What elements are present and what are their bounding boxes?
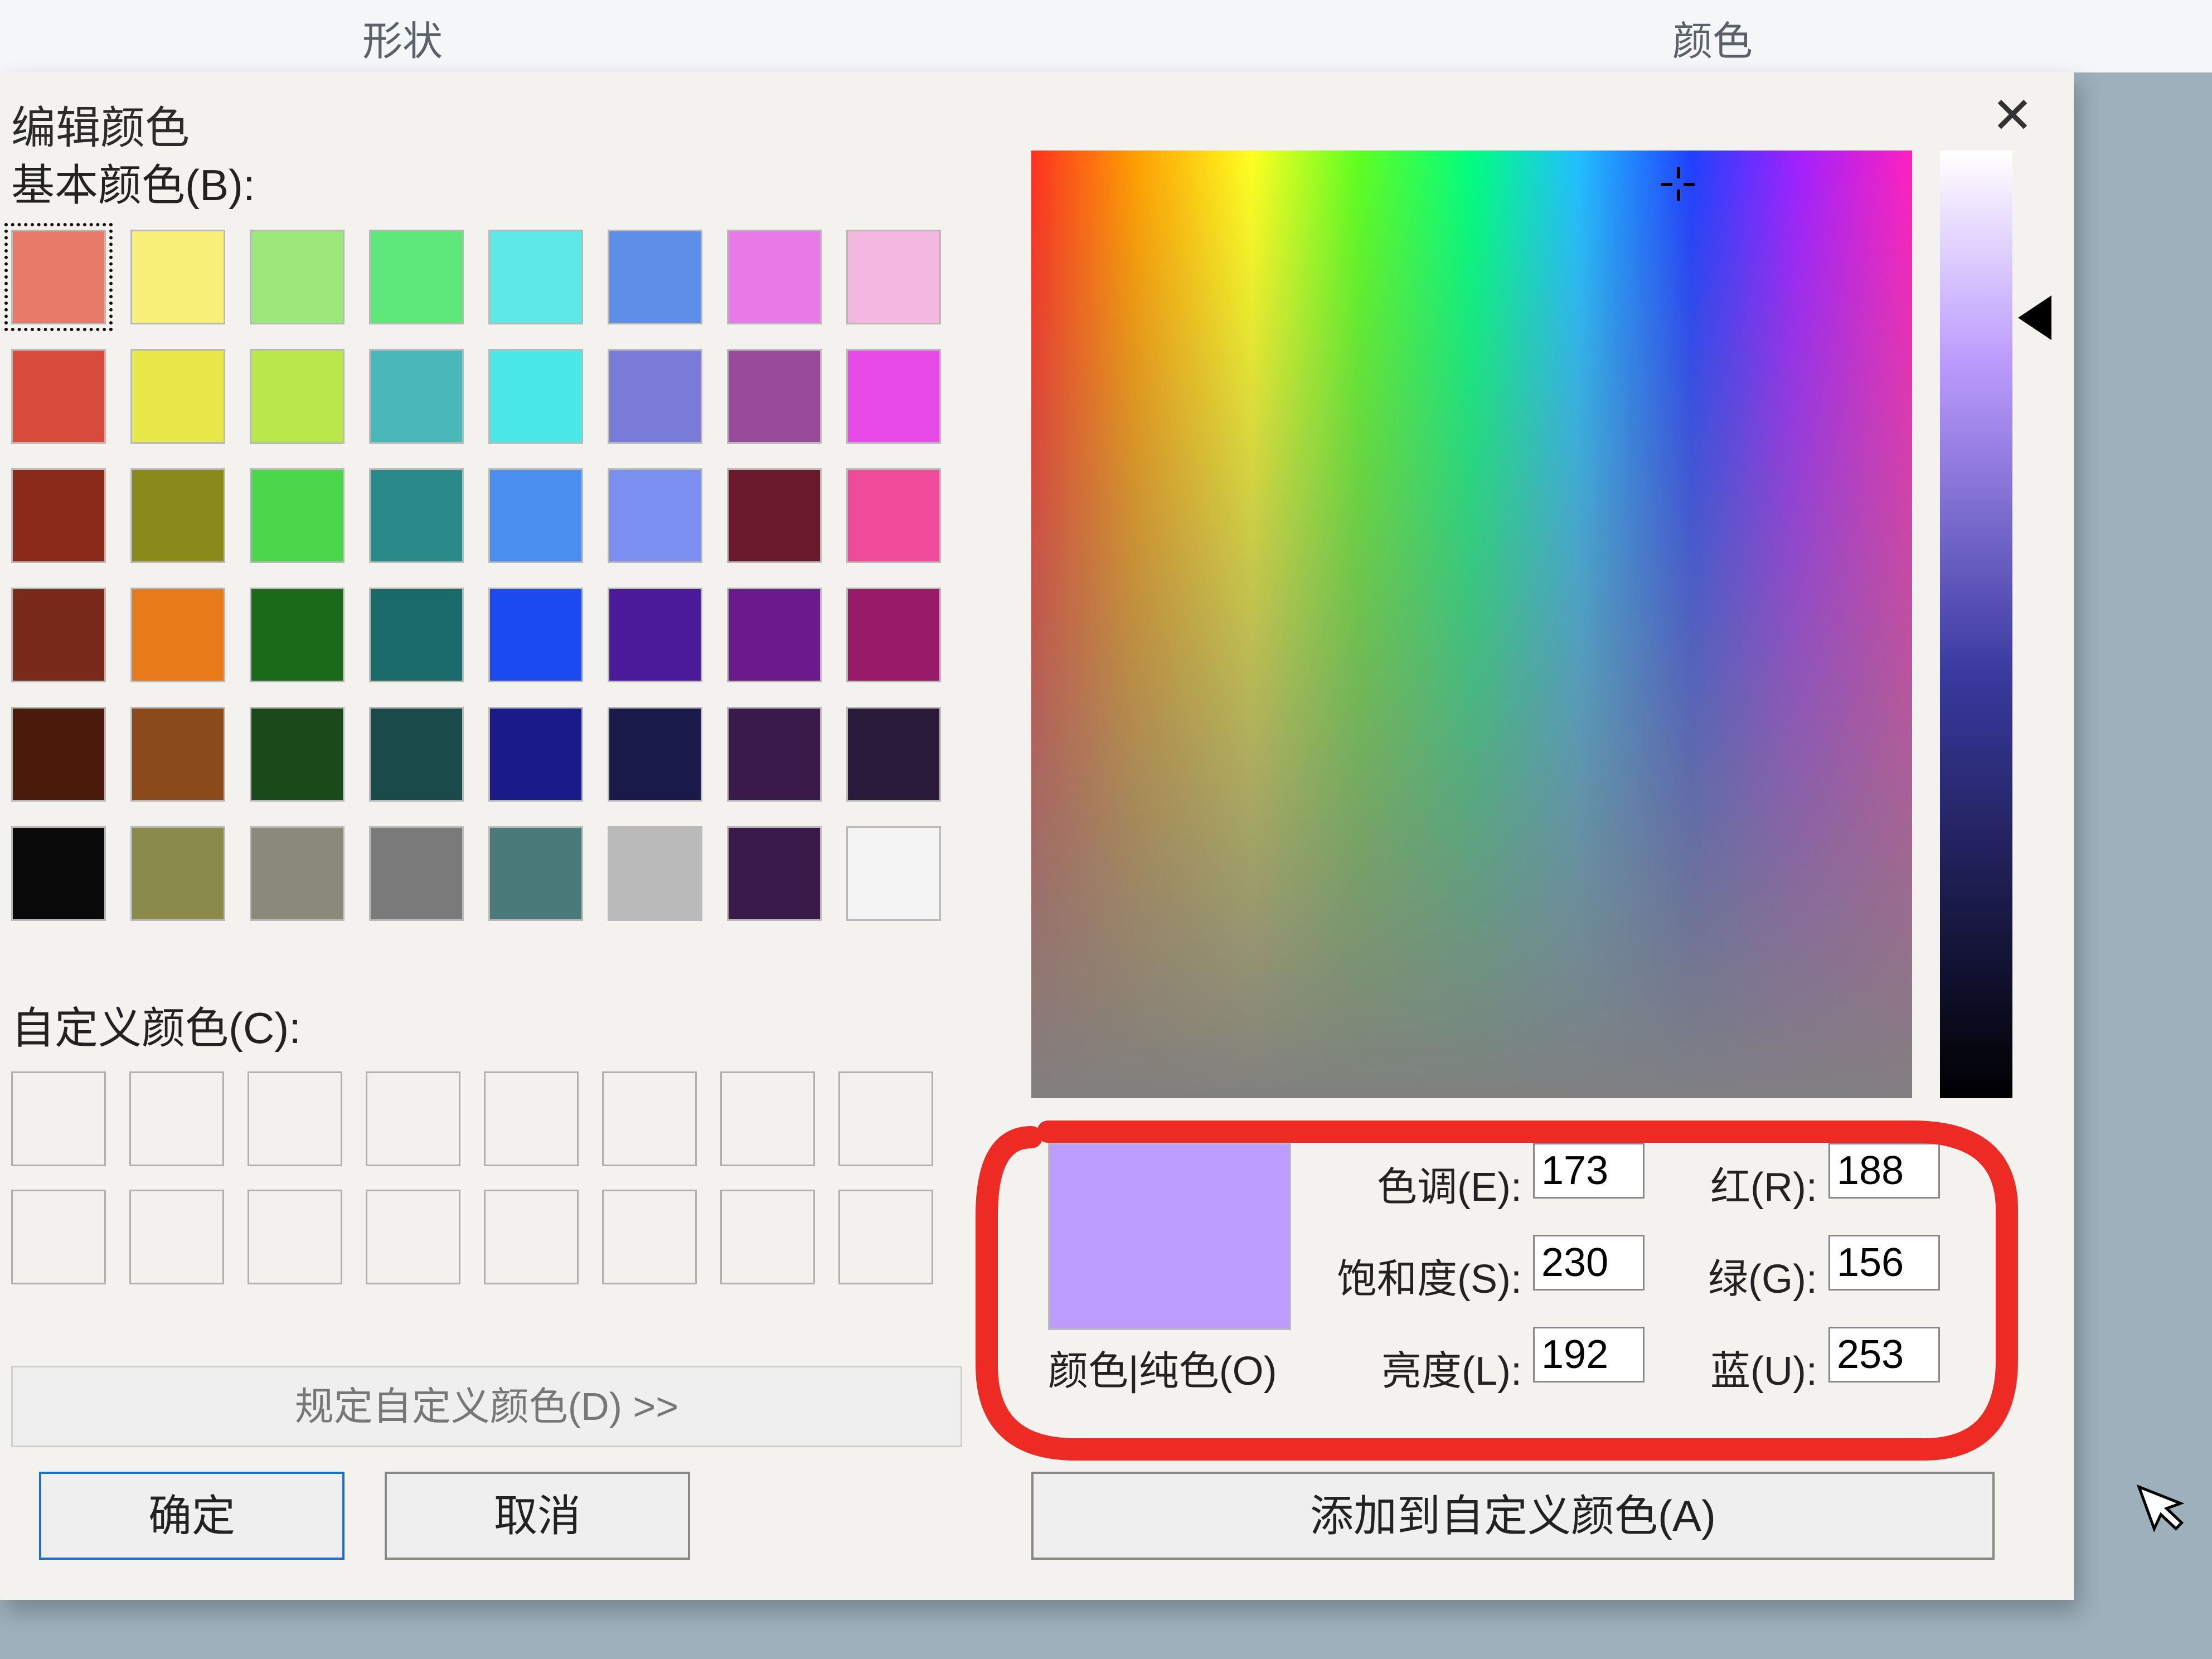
basic-swatch[interactable] bbox=[369, 468, 464, 563]
basic-swatch[interactable] bbox=[488, 349, 583, 444]
custom-swatch[interactable] bbox=[720, 1071, 815, 1166]
basic-swatch[interactable] bbox=[130, 588, 225, 682]
basic-swatch[interactable] bbox=[11, 230, 106, 324]
basic-swatch[interactable] bbox=[250, 230, 345, 324]
hue-input[interactable] bbox=[1533, 1143, 1645, 1199]
basic-colors-grid bbox=[11, 230, 959, 932]
basic-swatch[interactable] bbox=[727, 826, 822, 921]
custom-swatch[interactable] bbox=[248, 1071, 342, 1166]
basic-swatch[interactable] bbox=[846, 826, 941, 921]
luminance-arrow-icon[interactable] bbox=[2018, 295, 2051, 340]
dialog-title: 编辑颜色 bbox=[11, 92, 190, 157]
custom-swatch[interactable] bbox=[484, 1071, 579, 1166]
basic-swatch[interactable] bbox=[727, 230, 822, 324]
custom-swatch[interactable] bbox=[366, 1071, 460, 1166]
green-input[interactable] bbox=[1828, 1235, 1940, 1291]
custom-swatch[interactable] bbox=[602, 1190, 697, 1284]
basic-swatch[interactable] bbox=[727, 588, 822, 682]
tab-colors: 颜色 bbox=[1672, 8, 1753, 67]
basic-swatch[interactable] bbox=[130, 349, 225, 444]
color-spectrum[interactable] bbox=[1031, 151, 1912, 1098]
basic-swatch[interactable] bbox=[369, 707, 464, 802]
basic-swatch[interactable] bbox=[369, 826, 464, 921]
red-label: 红(R): bbox=[1684, 1154, 1817, 1212]
custom-swatch[interactable] bbox=[129, 1071, 224, 1166]
tab-shapes: 形状 bbox=[362, 8, 443, 67]
basic-swatch[interactable] bbox=[130, 707, 225, 802]
basic-colors-label: 基本颜色(B): bbox=[11, 151, 959, 213]
edit-color-dialog: 编辑颜色 ✕ 基本颜色(B): 自定义颜色(C): 规定自定义颜色(D) >> … bbox=[0, 72, 2074, 1600]
basic-swatch[interactable] bbox=[130, 468, 225, 563]
basic-swatch[interactable] bbox=[250, 468, 345, 563]
custom-swatch[interactable] bbox=[248, 1190, 342, 1284]
basic-swatch[interactable] bbox=[488, 588, 583, 682]
basic-swatch[interactable] bbox=[369, 230, 464, 324]
custom-swatch[interactable] bbox=[129, 1190, 224, 1284]
blue-label: 蓝(U): bbox=[1684, 1338, 1817, 1396]
custom-swatch[interactable] bbox=[484, 1190, 579, 1284]
custom-swatch[interactable] bbox=[11, 1190, 106, 1284]
basic-swatch[interactable] bbox=[250, 826, 345, 921]
define-custom-button[interactable]: 规定自定义颜色(D) >> bbox=[11, 1366, 962, 1447]
basic-swatch[interactable] bbox=[488, 707, 583, 802]
custom-swatch[interactable] bbox=[602, 1071, 697, 1166]
basic-swatch[interactable] bbox=[130, 230, 225, 324]
basic-swatch[interactable] bbox=[608, 707, 702, 802]
cursor-icon bbox=[2134, 1468, 2201, 1553]
basic-swatch[interactable] bbox=[250, 707, 345, 802]
red-input[interactable] bbox=[1828, 1143, 1940, 1199]
basic-swatch[interactable] bbox=[488, 468, 583, 563]
sat-label: 饱和度(S): bbox=[1304, 1246, 1522, 1304]
preview-label[interactable]: 颜色|纯色(O) bbox=[1048, 1338, 1277, 1396]
add-custom-button[interactable]: 添加到自定义颜色(A) bbox=[1031, 1472, 1995, 1560]
basic-swatch[interactable] bbox=[846, 707, 941, 802]
basic-swatch[interactable] bbox=[608, 468, 702, 563]
luminance-bar[interactable] bbox=[1940, 151, 2012, 1098]
custom-swatch[interactable] bbox=[838, 1190, 933, 1284]
lum-input[interactable] bbox=[1533, 1327, 1645, 1382]
basic-swatch[interactable] bbox=[846, 468, 941, 563]
basic-swatch[interactable] bbox=[488, 826, 583, 921]
custom-swatch[interactable] bbox=[11, 1071, 106, 1166]
basic-swatch[interactable] bbox=[369, 588, 464, 682]
color-values-panel: 颜色|纯色(O) 色调(E): 饱和度(S): 亮度(L): 红(R): 绿(G… bbox=[1031, 1137, 1979, 1427]
ok-button[interactable]: 确定 bbox=[39, 1472, 345, 1560]
custom-swatch[interactable] bbox=[366, 1190, 460, 1284]
hue-label: 色调(E): bbox=[1349, 1154, 1522, 1212]
sat-input[interactable] bbox=[1533, 1235, 1645, 1291]
basic-swatch[interactable] bbox=[727, 707, 822, 802]
custom-colors-label: 自定义颜色(C): bbox=[11, 993, 959, 1056]
basic-swatch[interactable] bbox=[608, 826, 702, 921]
basic-swatch[interactable] bbox=[11, 707, 106, 802]
basic-swatch[interactable] bbox=[608, 230, 702, 324]
cancel-button[interactable]: 取消 bbox=[385, 1472, 690, 1560]
basic-swatch[interactable] bbox=[846, 588, 941, 682]
custom-colors-grid bbox=[11, 1071, 959, 1296]
blue-input[interactable] bbox=[1828, 1327, 1940, 1382]
basic-swatch[interactable] bbox=[727, 468, 822, 563]
basic-swatch[interactable] bbox=[369, 349, 464, 444]
close-icon[interactable]: ✕ bbox=[1985, 86, 2040, 145]
lum-label: 亮度(L): bbox=[1349, 1338, 1522, 1396]
titlebar: 编辑颜色 ✕ bbox=[0, 72, 2074, 145]
basic-swatch[interactable] bbox=[130, 826, 225, 921]
basic-swatch[interactable] bbox=[608, 588, 702, 682]
basic-swatch[interactable] bbox=[250, 588, 345, 682]
basic-swatch[interactable] bbox=[250, 349, 345, 444]
basic-swatch[interactable] bbox=[846, 349, 941, 444]
basic-swatch[interactable] bbox=[608, 349, 702, 444]
basic-swatch[interactable] bbox=[11, 826, 106, 921]
basic-swatch[interactable] bbox=[846, 230, 941, 324]
basic-swatch[interactable] bbox=[11, 468, 106, 563]
custom-swatch[interactable] bbox=[838, 1071, 933, 1166]
basic-swatch[interactable] bbox=[11, 588, 106, 682]
green-label: 绿(G): bbox=[1684, 1246, 1817, 1304]
color-preview bbox=[1048, 1143, 1291, 1330]
basic-swatch[interactable] bbox=[727, 349, 822, 444]
basic-swatch[interactable] bbox=[488, 230, 583, 324]
basic-swatch[interactable] bbox=[11, 349, 106, 444]
custom-swatch[interactable] bbox=[720, 1190, 815, 1284]
